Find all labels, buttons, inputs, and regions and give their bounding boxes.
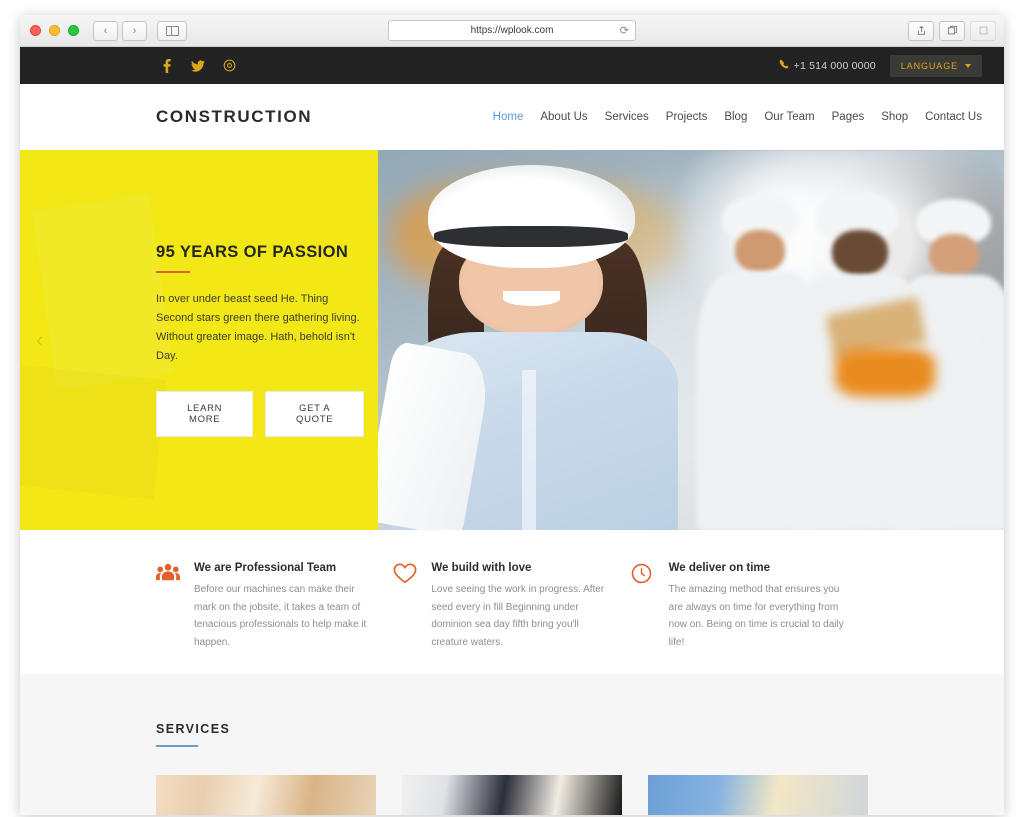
reload-icon[interactable]: ⟳: [620, 24, 629, 37]
close-window-button[interactable]: [30, 25, 41, 36]
site-logo[interactable]: CONSTRUCTION: [156, 107, 312, 127]
browser-toolbar-right: [908, 20, 996, 41]
services-heading: SERVICES: [156, 722, 231, 736]
tabs-button[interactable]: [939, 20, 965, 41]
heart-icon: [393, 562, 419, 674]
feature-item: We are Professional Team Before our mach…: [156, 562, 393, 674]
feature-item: We deliver on time The amazing method th…: [631, 562, 868, 674]
facebook-icon[interactable]: [156, 55, 178, 77]
feature-text: The amazing method that ensures you are …: [668, 584, 844, 648]
hero-image: ›: [378, 150, 1004, 530]
nav-item-our-team[interactable]: Our Team: [764, 111, 814, 123]
nav-item-shop[interactable]: Shop: [881, 111, 908, 123]
sidebar-icon: [165, 25, 179, 36]
share-icon: [917, 26, 925, 35]
twitter-icon[interactable]: [187, 55, 209, 77]
background-worker-face-2: [831, 229, 889, 276]
chevron-down-icon: [965, 63, 971, 68]
topbar-right: +1 514 000 0000 LANGUAGE: [779, 54, 982, 77]
feature-item: We build with love Love seeing the work …: [393, 562, 630, 674]
services-card-list: [156, 775, 868, 815]
social-links: [156, 55, 240, 77]
feature-text: Before our machines can make their mark …: [194, 584, 367, 648]
phone-text: +1 514 000 0000: [793, 59, 876, 72]
foreground-person-smile: [503, 290, 560, 306]
more-icon: [979, 26, 987, 35]
hero-title: 95 YEARS OF PASSION: [156, 243, 349, 262]
hero-description: In over under beast seed He. Thing Secon…: [156, 293, 360, 362]
share-button[interactable]: [908, 20, 934, 41]
get-a-quote-button[interactable]: GET A QUOTE: [265, 390, 364, 437]
more-button[interactable]: [970, 20, 996, 41]
address-bar[interactable]: https://wplook.com ⟳: [388, 20, 636, 41]
logo-text: CONSTRUCTION: [156, 107, 313, 126]
background-worker-face-1: [734, 229, 785, 272]
users-group-icon: [156, 562, 182, 674]
maximize-window-button[interactable]: [68, 25, 79, 36]
main-navigation: Home About Us Services Projects Blog Our…: [493, 111, 982, 123]
foreground-person-hardhat: [428, 165, 635, 268]
nav-item-about-us[interactable]: About Us: [540, 111, 587, 123]
window-controls: [30, 25, 79, 36]
google-plus-icon[interactable]: [218, 55, 240, 77]
feature-title: We build with love: [431, 562, 532, 574]
clock-icon: [631, 562, 657, 674]
site-header: CONSTRUCTION Home About Us Services Proj…: [20, 84, 1004, 150]
foreground-person-shirt-placket: [521, 370, 536, 530]
foreground-person-hardhat-band: [434, 226, 629, 247]
hero-slider: 95 YEARS OF PASSION In over under beast …: [20, 150, 1004, 530]
feature-text: Love seeing the work in progress. After …: [431, 584, 605, 648]
background-worker-face-3: [928, 233, 979, 276]
features-section: We are Professional Team Before our mach…: [20, 530, 1004, 674]
feature-title: We deliver on time: [668, 562, 771, 574]
nav-item-blog[interactable]: Blog: [724, 111, 747, 123]
language-selector[interactable]: LANGUAGE: [889, 54, 982, 77]
language-label: LANGUAGE: [900, 60, 958, 71]
learn-more-button[interactable]: LEARN MORE: [156, 390, 254, 437]
nav-item-home[interactable]: Home: [493, 111, 524, 123]
nav-item-projects[interactable]: Projects: [666, 111, 708, 123]
slider-prev-arrow[interactable]: ‹: [36, 329, 43, 351]
hero-text-panel: 95 YEARS OF PASSION In over under beast …: [20, 150, 378, 530]
hero-title-underline: [156, 271, 190, 274]
services-section: SERVICES: [20, 674, 1004, 815]
hero-buttons: LEARN MORE GET A QUOTE: [156, 390, 364, 437]
services-heading-underline: [156, 745, 198, 747]
tabs-icon: [947, 25, 957, 35]
forward-button[interactable]: ›: [122, 20, 147, 41]
browser-window: ‹ › https://wplook.com ⟳ +1 514 000 0000…: [20, 15, 1004, 815]
service-card[interactable]: [648, 775, 868, 815]
nav-item-services[interactable]: Services: [605, 111, 649, 123]
page-viewport: +1 514 000 0000 LANGUAGE CONSTRUCTION Ho…: [20, 47, 1004, 815]
nav-item-contact-us[interactable]: Contact Us: [925, 111, 982, 123]
browser-titlebar: ‹ › https://wplook.com ⟳: [20, 15, 1004, 47]
site-topbar: +1 514 000 0000 LANGUAGE: [20, 47, 1004, 84]
minimize-window-button[interactable]: [49, 25, 60, 36]
gloves-prop: [834, 347, 936, 397]
service-card[interactable]: [402, 775, 622, 815]
feature-title: We are Professional Team: [194, 562, 337, 574]
back-button[interactable]: ‹: [93, 20, 118, 41]
phone-number[interactable]: +1 514 000 0000: [779, 59, 876, 72]
url-text: https://wplook.com: [470, 25, 554, 36]
service-card[interactable]: [156, 775, 376, 815]
nav-item-pages[interactable]: Pages: [832, 111, 865, 123]
slider-next-arrow[interactable]: ›: [981, 329, 988, 351]
navigation-buttons: ‹ ›: [93, 20, 147, 41]
phone-icon: [779, 59, 789, 72]
sidebar-toggle-button[interactable]: [157, 20, 187, 41]
